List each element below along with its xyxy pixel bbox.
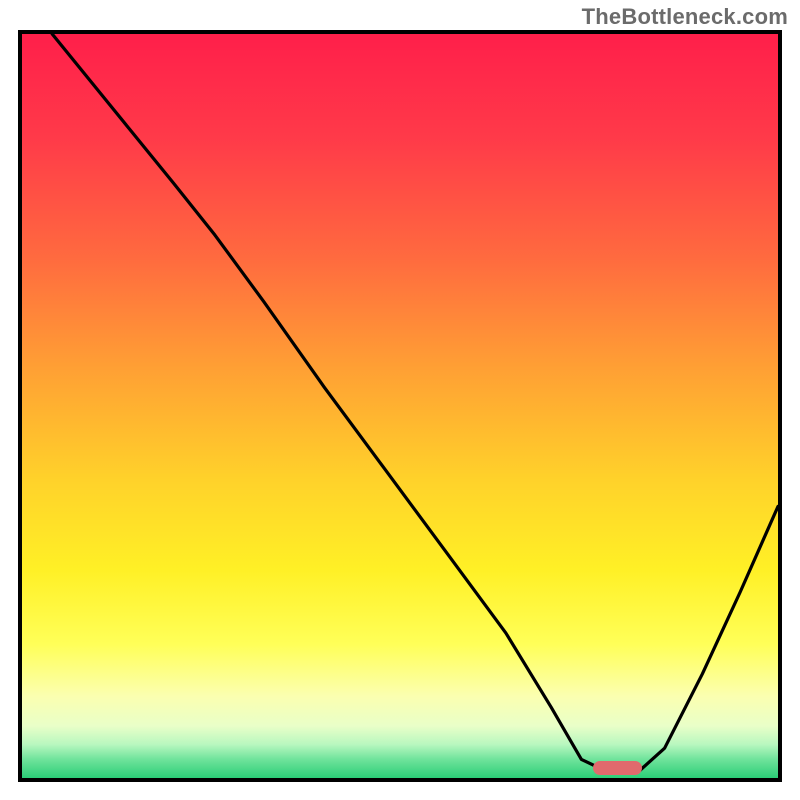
plot-svg [22,34,778,778]
optimal-range-marker [593,761,642,775]
gradient-background [22,34,778,778]
watermark-text: TheBottleneck.com [582,4,788,30]
plot-area [18,30,782,782]
